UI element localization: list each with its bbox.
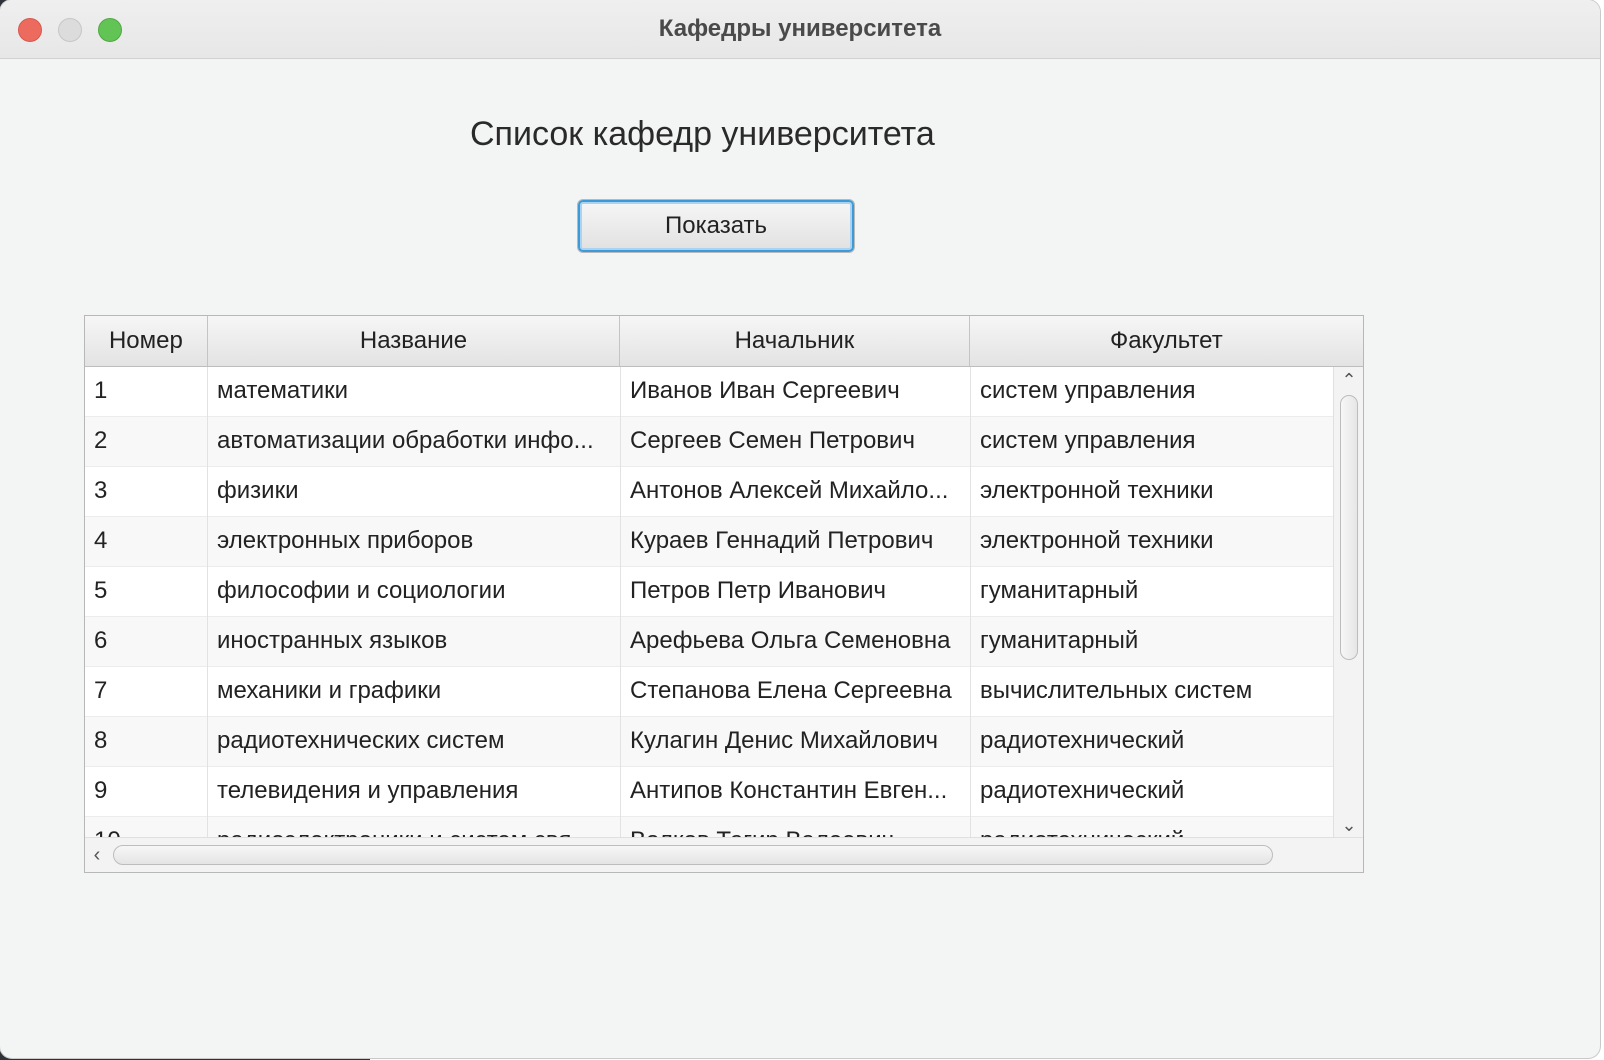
cell-faculty: гуманитарный [980,627,1139,654]
cell-name: радиоэлектроники и систем свя... [208,817,621,838]
departments-table[interactable]: Номер Название Начальник Факультет 1 мате… [84,315,1364,873]
cell-faculty: гуманитарный [980,577,1139,604]
cell-number: 7 [85,667,208,717]
cell-name: механики и графики [208,667,621,717]
cell-head: Антонов Алексей Михайло... [621,467,971,517]
cell-name: физики [208,467,621,517]
horizontal-scroll-thumb[interactable] [113,845,1273,865]
cell-number: 6 [85,617,208,667]
cell-faculty: вычислительных систем [980,677,1253,704]
table-row[interactable]: 7 механики и графики Степанова Елена Серге… [85,667,1335,717]
table-row[interactable]: 9 телевидения и управления Антипов Констан… [85,767,1335,817]
cell-number: 9 [85,767,208,817]
column-header-faculty[interactable]: Факультет [970,316,1363,366]
cell-number: 1 [85,367,208,417]
table-header: Номер Название Начальник Факультет [85,316,1363,367]
cell-head: Антипов Константин Евген... [621,767,971,817]
cell-name: автоматизации обработки инфо... [208,417,621,467]
cell-head: Волков Тагир Валеевич [621,817,971,838]
cell-faculty: радиотехнический [971,817,1335,838]
chevron-left-icon[interactable]: ‹ [85,838,109,872]
table-row[interactable]: 3 физики Антонов Алексей Михайло... электро… [85,467,1335,517]
table-row[interactable]: 8 радиотехнических систем Кулагин Денис Ми… [85,717,1335,767]
cell-head: Иванов Иван Сергеевич [621,367,971,417]
cell-name: философии и социологии [208,567,621,617]
cell-name: телевидения и управления [208,767,621,817]
cell-faculty: электронной техники [980,527,1214,554]
cell-number: 10 [85,817,208,838]
chevron-down-icon[interactable]: ⌄ [1334,812,1363,838]
horizontal-scrollbar[interactable]: ‹ › [85,837,1363,872]
cell-number: 4 [85,517,208,567]
cell-number: 3 [85,467,208,517]
table-row[interactable]: 2 автоматизации обработки инфо... Сергеев … [85,417,1335,467]
table-body: 1 математики Иванов Иван Сергеевич систем у… [85,367,1335,838]
table-row[interactable]: 4 электронных приборов Кураев Геннадий Пет… [85,517,1335,567]
cell-name: математики [208,367,621,417]
cell-faculty: электронной техники [980,477,1214,504]
show-button[interactable]: Показать [578,200,854,252]
app-window: Кафедры университета Список кафедр униве… [0,0,1600,1058]
vertical-scrollbar[interactable]: ⌃ ⌄ [1333,367,1363,838]
column-header-head[interactable]: Начальник [620,316,970,366]
cell-head: Кураев Геннадий Петрович [621,517,971,567]
cell-faculty: систем управления [980,427,1196,454]
column-header-name[interactable]: Название [208,316,621,366]
cell-number: 2 [85,417,208,467]
cell-number: 5 [85,567,208,617]
cell-head: Сергеев Семен Петрович [621,417,971,467]
column-header-number[interactable]: Номер [85,316,208,366]
cell-name: иностранных языков [208,617,621,667]
page-heading: Список кафедр университета [470,115,935,153]
chevron-up-icon[interactable]: ⌃ [1334,367,1363,393]
cell-faculty: радиотехнический [980,777,1185,804]
window-title: Кафедры университета [658,15,942,42]
cell-head: Петров Петр Иванович [621,567,971,617]
cell-number: 8 [85,717,208,767]
cell-head: Степанова Елена Сергеевна [621,667,971,717]
cell-faculty: радиотехнический [980,727,1185,754]
table-row[interactable]: 1 математики Иванов Иван Сергеевич систем у… [85,367,1335,417]
cell-head: Арефьева Ольга Семеновна [621,617,971,667]
title-bar: Кафедры университета [0,0,1600,59]
cell-name: электронных приборов [208,517,621,567]
vertical-scroll-thumb[interactable] [1340,395,1358,660]
table-row[interactable]: 10радиоэлектроники и систем свя...Волков… [85,817,1335,838]
cell-head: Кулагин Денис Михайлович [621,717,971,767]
table-row[interactable]: 6 иностранных языков Арефьева Ольга Семено… [85,617,1335,667]
cell-faculty: систем управления [980,377,1196,404]
table-row[interactable]: 5 философии и социологии Петров Петр Ивано… [85,567,1335,617]
cell-name: радиотехнических систем [208,717,621,767]
